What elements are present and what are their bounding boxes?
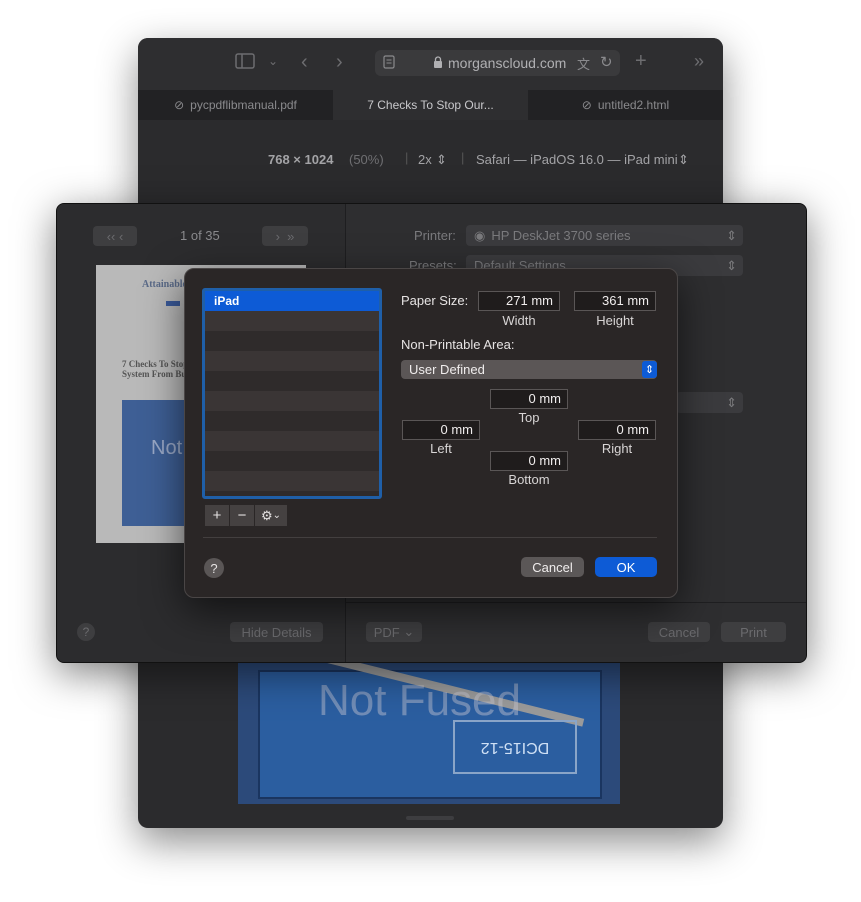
back-icon[interactable]: ‹ <box>301 51 308 74</box>
page-indicator: 1 of 35 <box>180 228 220 243</box>
hidden-select[interactable]: ⇕ <box>676 392 743 413</box>
divider <box>203 537 657 538</box>
thumb-watermark: Not <box>151 437 183 459</box>
top-field[interactable]: 0 mm <box>490 389 568 409</box>
custom-paper-size-dialog: iPad + − ⚙ ⌄ Paper Size: 271 mm Width 361… <box>184 268 678 598</box>
divider: | <box>461 150 465 165</box>
address-bar[interactable]: morganscloud.com 文 ↻ <box>375 50 620 76</box>
non-printable-label: Non-Printable Area: <box>401 337 515 352</box>
updown-chevron-icon: ⇕ <box>726 227 737 243</box>
thumb-site-title: Attainable <box>142 279 187 290</box>
help-button[interactable]: ? <box>204 558 224 578</box>
thumb-article-title: 7 Checks To Stop <box>122 359 189 369</box>
non-printable-select[interactable]: User Defined ⇕ <box>401 360 657 379</box>
list-row-empty <box>205 311 379 331</box>
responsive-design-bar: 768 × 1024 (50%) | 2x ⇕ | Safari — iPadO… <box>138 120 723 210</box>
watermark-text: Not Fused <box>318 676 521 725</box>
divider: | <box>405 150 409 165</box>
url-text[interactable]: morganscloud.com <box>448 55 566 71</box>
list-row-empty <box>205 411 379 431</box>
print-cancel-button[interactable]: Cancel <box>648 622 710 642</box>
list-row-empty <box>205 471 379 491</box>
printer-select[interactable]: ◉ HP DeskJet 3700 series ⇕ <box>466 225 743 246</box>
chevron-down-icon: ⌄ <box>403 624 415 639</box>
tab-7-checks[interactable]: 7 Checks To Stop Our... <box>333 90 528 120</box>
bottom-field[interactable]: 0 mm <box>490 451 568 471</box>
tab-label: untitled2.html <box>597 98 670 112</box>
chevron-down-icon[interactable]: ⌄ <box>268 54 278 68</box>
more-tabs-icon[interactable]: » <box>694 51 704 72</box>
left-caption: Left <box>430 441 452 456</box>
scale-select[interactable]: 2x <box>418 152 432 167</box>
thumb-article-title-2: System From Bu <box>122 369 187 379</box>
prev-page-button[interactable]: ‹‹ ‹ <box>93 226 137 246</box>
battery-label: DCI15-12 <box>453 720 577 774</box>
right-field[interactable]: 0 mm <box>578 420 656 440</box>
right-caption: Right <box>601 441 633 456</box>
updown-chevron-icon: ⇕ <box>726 257 737 273</box>
tab-pycpdflib[interactable]: ⊘ pycpdflibmanual.pdf <box>138 90 333 120</box>
bottom-caption: Bottom <box>508 472 550 487</box>
updown-chevron-icon: ⇕ <box>642 361 657 378</box>
device-select[interactable]: Safari — iPadOS 16.0 — iPad mini <box>476 152 678 167</box>
print-button[interactable]: Print <box>721 622 786 642</box>
reload-icon[interactable]: ↻ <box>600 53 613 71</box>
safari-toolbar: ⌄ ‹ › morganscloud.com 文 ↻ + » <box>138 38 723 90</box>
height-field[interactable]: 361 mm <box>574 291 656 311</box>
list-row-empty <box>205 371 379 391</box>
divider <box>346 602 806 603</box>
tab-bar: ⊘ pycpdflibmanual.pdf 7 Checks To Stop O… <box>138 90 723 120</box>
cancel-button[interactable]: Cancel <box>521 557 584 577</box>
updown-chevron-icon: ⇕ <box>678 152 689 167</box>
next-page-button[interactable]: › » <box>262 226 308 246</box>
viewport-dimensions: 768 × 1024 <box>268 152 334 167</box>
updown-chevron-icon: ⇕ <box>436 152 447 167</box>
width-field[interactable]: 271 mm <box>478 291 560 311</box>
pdf-menu-button[interactable]: PDF ⌄ <box>366 622 422 642</box>
width-caption: Width <box>502 313 536 328</box>
tab-untitled2[interactable]: ⊘ untitled2.html <box>528 90 723 120</box>
printer-value: HP DeskJet 3700 series <box>491 228 631 243</box>
sidebar-icon[interactable] <box>235 53 255 74</box>
paper-size-list[interactable]: iPad <box>202 288 382 499</box>
new-tab-icon[interactable]: + <box>635 50 647 73</box>
printer-icon: ◉ <box>474 227 486 243</box>
tab-label: 7 Checks To Stop Our... <box>367 98 494 112</box>
list-controls: + − ⚙ ⌄ <box>205 505 287 526</box>
paper-size-label: Paper Size: <box>401 293 469 308</box>
add-button[interactable]: + <box>205 505 229 526</box>
thumb-button <box>166 301 180 306</box>
height-caption: Height <box>596 313 634 328</box>
list-row-empty <box>205 451 379 471</box>
gear-menu-button[interactable]: ⚙ ⌄ <box>255 505 287 526</box>
help-button[interactable]: ? <box>77 623 95 641</box>
updown-chevron-icon: ⇕ <box>726 394 737 410</box>
reader-icon[interactable] <box>383 55 395 72</box>
translate-icon[interactable]: 文 <box>577 54 590 73</box>
resize-handle[interactable] <box>406 816 454 820</box>
compass-icon: ⊘ <box>581 98 592 112</box>
lock-icon <box>433 56 443 72</box>
list-row-empty <box>205 351 379 371</box>
tab-label: pycpdflibmanual.pdf <box>190 98 297 112</box>
left-field[interactable]: 0 mm <box>402 420 480 440</box>
top-caption: Top <box>518 410 540 425</box>
remove-button[interactable]: − <box>230 505 254 526</box>
list-item[interactable]: iPad <box>205 291 379 311</box>
printer-label: Printer: <box>414 228 456 243</box>
chevron-down-icon: ⌄ <box>272 510 282 521</box>
compass-icon: ⊘ <box>174 98 185 112</box>
list-row-empty <box>205 331 379 351</box>
list-row-empty <box>205 391 379 411</box>
forward-icon[interactable]: › <box>336 51 343 74</box>
pdf-label: PDF <box>373 624 400 640</box>
ok-button[interactable]: OK <box>595 557 657 577</box>
gear-icon: ⚙ <box>260 507 273 523</box>
non-printable-value: User Defined <box>409 362 485 377</box>
list-row-empty <box>205 431 379 451</box>
hide-details-button[interactable]: Hide Details <box>230 622 323 642</box>
viewport-zoom: (50%) <box>349 152 384 167</box>
